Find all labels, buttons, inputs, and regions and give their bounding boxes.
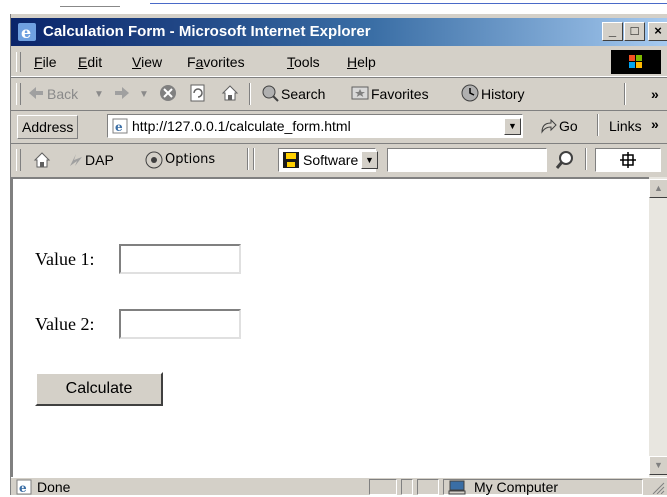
home-icon[interactable] [221,84,239,102]
status-pane [401,479,413,495]
value1-input[interactable] [119,244,241,274]
menu-favorites[interactable]: Favorites [187,54,245,70]
resize-grip[interactable] [651,481,665,495]
grid-button[interactable] [595,148,661,172]
menu-bar: File Edit View Favorites Tools Help [11,48,667,77]
toolbar-separator [249,83,251,105]
windows-logo-icon [611,50,661,74]
menu-file[interactable]: File [34,54,57,70]
toolbar-overflow-chevron[interactable]: » [651,86,659,102]
value1-label: Value 1: [35,249,95,269]
links-separator [247,148,249,170]
software-dropdown-button[interactable]: ▼ [361,151,378,169]
links-grip[interactable] [16,149,21,171]
close-button[interactable]: × [648,22,667,41]
menu-view[interactable]: View [132,54,162,70]
svg-text:e: e [21,23,31,42]
address-dropdown-button[interactable]: ▼ [504,118,521,135]
toolbar-separator [624,83,626,105]
status-zone-pane: My Computer [443,479,643,495]
dap-button[interactable]: DAP [85,152,114,168]
standard-toolbar: Back ▼ ▼ Search Favorites History » [11,77,667,111]
magnifier-icon[interactable] [555,150,575,170]
address-label: Address [17,115,79,139]
status-pane [417,479,439,495]
forward-dropdown-arrow[interactable]: ▼ [139,89,149,100]
links-button[interactable]: Links [609,118,642,134]
back-arrow-icon[interactable] [27,84,45,102]
history-icon[interactable] [461,84,479,102]
scroll-up-button[interactable]: ▲ [649,179,667,198]
menu-help[interactable]: Help [347,54,376,70]
address-bar: Address e http://127.0.0.1/calculate_for… [11,110,667,144]
status-text: Done [37,479,71,495]
status-bar: e Done My Computer [11,477,667,496]
links-overflow-chevron[interactable]: » [651,116,659,132]
address-input[interactable]: e http://127.0.0.1/calculate_form.html [107,114,523,138]
dap-icon[interactable] [67,151,85,169]
scroll-down-button[interactable]: ▼ [649,456,667,475]
back-button[interactable]: Back [47,86,78,102]
go-arrow-icon[interactable] [539,118,557,136]
ie-page-icon: e [112,118,128,134]
search-globe-icon[interactable] [261,84,279,102]
toolbar-grip[interactable] [16,83,21,105]
home-icon[interactable] [33,151,51,169]
go-button[interactable]: Go [559,118,578,134]
browser-window: e Calculation Form - Microsoft Internet … [10,14,667,495]
software-icon [283,152,299,168]
links-toolbar: DAP Options Software ▼ [11,143,667,178]
address-separator [597,114,599,136]
top-strip [0,0,667,14]
search-button[interactable]: Search [281,86,325,102]
address-url: http://127.0.0.1/calculate_form.html [132,118,351,134]
back-dropdown-arrow[interactable]: ▼ [94,89,104,100]
status-zone: My Computer [474,479,559,495]
page-content: Value 1: Value 2: Calculate [11,177,649,477]
ie-icon: e [18,23,36,42]
stop-icon[interactable] [159,84,177,102]
value2-input[interactable] [119,309,241,339]
calculate-button[interactable]: Calculate [35,372,163,406]
links-separator [585,148,587,170]
software-select-value: Software [303,152,359,168]
favorites-button[interactable]: Favorites [371,86,429,102]
minimize-button[interactable]: _ [602,22,623,41]
value2-label: Value 2: [35,314,95,334]
history-button[interactable]: History [481,86,525,102]
favorites-icon[interactable] [351,84,369,102]
svg-text:e: e [19,481,27,495]
toolbar-search-input[interactable] [387,148,547,172]
maximize-button[interactable]: □ [624,22,645,41]
forward-arrow-icon[interactable] [113,84,131,102]
links-separator [253,148,255,170]
menu-tools[interactable]: Tools [287,54,320,70]
menu-grip[interactable] [16,52,21,72]
options-button[interactable]: Options [165,152,215,167]
window-title: Calculation Form - Microsoft Internet Ex… [43,23,371,40]
svg-text:e: e [115,120,123,134]
menu-edit[interactable]: Edit [78,54,102,70]
computer-icon [448,480,466,495]
refresh-icon[interactable] [189,84,207,102]
options-icon[interactable] [145,151,163,169]
status-pane [369,479,397,495]
grid-icon [620,152,636,168]
title-bar[interactable]: e Calculation Form - Microsoft Internet … [11,18,667,46]
vertical-scrollbar[interactable]: ▲ ▼ [649,177,667,477]
ie-page-icon: e [16,479,32,495]
